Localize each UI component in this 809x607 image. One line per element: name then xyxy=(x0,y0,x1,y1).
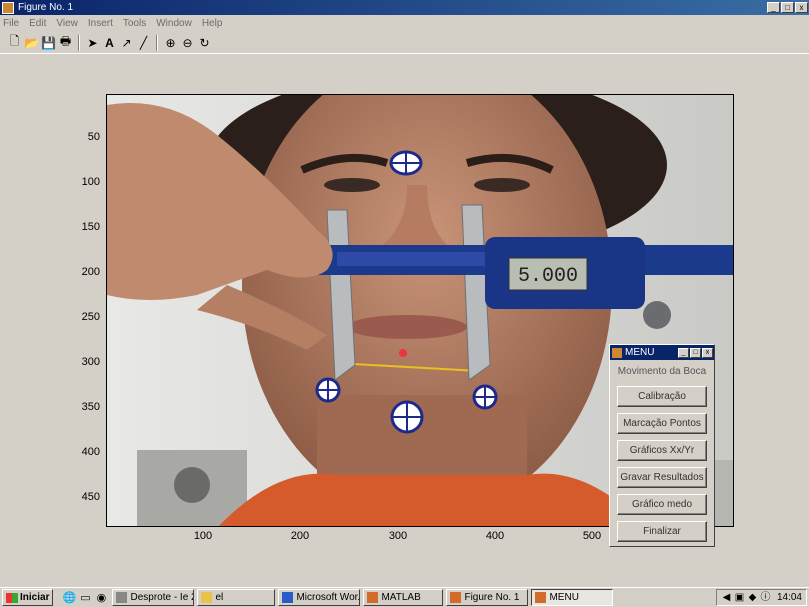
browser-icon[interactable]: 🌐 xyxy=(61,590,77,605)
menu-window: MENU _ □ x Movimento da Boca Calibração … xyxy=(609,344,715,547)
task-label: el xyxy=(215,592,224,603)
quick-launch: 🌐 ▭ ◉ xyxy=(61,590,109,605)
menu-heading: Movimento da Boca xyxy=(617,366,707,377)
toolbar-separator xyxy=(78,34,80,51)
y-tick-label: 400 xyxy=(81,446,100,458)
task-label: MENU xyxy=(549,592,579,603)
info-icon[interactable]: ⓘ xyxy=(760,592,771,603)
open-folder-icon[interactable]: 📂 xyxy=(23,34,40,51)
start-button[interactable]: Iniciar xyxy=(2,589,54,606)
y-tick-label: 450 xyxy=(81,491,100,503)
task-item-active[interactable]: MENU xyxy=(531,589,614,606)
menu-close-button[interactable]: x xyxy=(702,347,713,358)
y-tick-label: 150 xyxy=(81,221,100,233)
finish-button[interactable]: Finalizar xyxy=(617,521,707,542)
x-tick-label: 500 xyxy=(582,530,602,542)
x-tick-label: 300 xyxy=(388,530,408,542)
x-tick-label: 200 xyxy=(290,530,310,542)
y-tick-label: 350 xyxy=(81,401,100,413)
save-icon[interactable]: 💾 xyxy=(40,34,57,51)
speaker-icon[interactable]: ◀ xyxy=(721,592,732,603)
caliper-readout: 5.000 xyxy=(518,265,578,288)
menu-view[interactable]: View xyxy=(56,18,78,29)
menu-insert[interactable]: Insert xyxy=(88,18,113,29)
folder-icon xyxy=(201,592,213,603)
y-tick-label: 50 xyxy=(87,131,100,143)
menu-tools[interactable]: Tools xyxy=(123,18,146,29)
task-item[interactable]: Figure No. 1 xyxy=(446,589,529,606)
y-tick-label: 250 xyxy=(81,311,100,323)
save-results-button[interactable]: Gravar Resultados xyxy=(617,467,707,488)
orange-shirt xyxy=(218,473,646,526)
select-arrow-icon[interactable]: ➤ xyxy=(84,34,101,51)
mouth xyxy=(347,315,467,339)
desktop-icon[interactable]: ▭ xyxy=(77,590,93,605)
graphs-button[interactable]: Gráficos Xx/Yr xyxy=(617,440,707,461)
windows-logo-icon xyxy=(6,592,18,603)
maximize-button[interactable]: □ xyxy=(781,2,794,13)
line-icon[interactable]: ╱ xyxy=(135,34,152,51)
graph-button[interactable]: Gráfico medo xyxy=(617,494,707,515)
window-titlebar: Figure No. 1 _ □ x xyxy=(0,0,809,15)
task-label: Microsoft Wor... xyxy=(296,592,361,603)
zoom-out-icon[interactable]: ⊖ xyxy=(179,34,196,51)
task-item[interactable]: MATLAB xyxy=(363,589,444,606)
matlab-figure-icon xyxy=(2,1,14,14)
y-tick-label: 300 xyxy=(81,356,100,368)
menu-edit[interactable]: Edit xyxy=(29,18,46,29)
reference-point xyxy=(399,349,407,357)
menu-window[interactable]: Window xyxy=(156,18,192,29)
menu-window-title: MENU xyxy=(625,347,655,358)
menu-file[interactable]: File xyxy=(3,18,19,29)
menu-minimize-button[interactable]: _ xyxy=(678,347,689,358)
network-icon[interactable]: ▣ xyxy=(734,592,745,603)
clock: 14:04 xyxy=(776,592,802,603)
app-icon xyxy=(116,592,128,603)
text-icon[interactable]: A xyxy=(101,34,118,51)
start-label: Iniciar xyxy=(20,592,50,603)
arrow-icon[interactable]: ↗ xyxy=(118,34,135,51)
menubar: File Edit View Insert Tools Window Help xyxy=(0,15,809,32)
task-label: Desprote - Ie 2... xyxy=(130,592,193,603)
print-icon[interactable]: 🖶 xyxy=(57,34,74,51)
task-label: Figure No. 1 xyxy=(464,592,520,603)
toolbar-separator xyxy=(156,34,158,51)
rotate-icon[interactable]: ↻ xyxy=(196,34,213,51)
menu-help[interactable]: Help xyxy=(202,18,223,29)
x-tick-label: 100 xyxy=(193,530,213,542)
matlab-icon xyxy=(612,347,622,358)
task-item[interactable]: Microsoft Wor... xyxy=(278,589,361,606)
new-file-icon[interactable]: 🗋 xyxy=(6,34,23,51)
word-icon xyxy=(282,592,294,603)
system-tray: ◀ ▣ ◆ ⓘ 14:04 xyxy=(715,589,807,606)
minimize-button[interactable]: _ xyxy=(767,2,780,13)
close-button[interactable]: x xyxy=(795,2,808,13)
figure-icon xyxy=(450,592,462,603)
menu-window-titlebar: MENU _ □ x xyxy=(610,345,714,360)
y-tick-label: 200 xyxy=(81,266,100,278)
calibration-button[interactable]: Calibração xyxy=(617,386,707,407)
x-tick-label: 400 xyxy=(485,530,505,542)
media-icon[interactable]: ◉ xyxy=(93,590,109,605)
task-label: MATLAB xyxy=(381,592,421,603)
menu-maximize-button[interactable]: □ xyxy=(690,347,701,358)
matlab-icon xyxy=(367,592,379,603)
mark-points-button[interactable]: Marcação Pontos xyxy=(617,413,707,434)
task-item[interactable]: Desprote - Ie 2... xyxy=(112,589,195,606)
antivirus-icon[interactable]: ◆ xyxy=(747,592,758,603)
y-tick-label: 100 xyxy=(81,176,100,188)
task-item[interactable]: el xyxy=(197,589,276,606)
window-title: Figure No. 1 xyxy=(18,2,74,13)
zoom-in-icon[interactable]: ⊕ xyxy=(162,34,179,51)
toolbar: 🗋 📂 💾 🖶 ➤ A ↗ ╱ ⊕ ⊖ ↻ xyxy=(0,32,809,54)
matlab-icon xyxy=(535,592,547,603)
taskbar: Iniciar 🌐 ▭ ◉ Desprote - Ie 2... el Micr… xyxy=(0,587,809,607)
